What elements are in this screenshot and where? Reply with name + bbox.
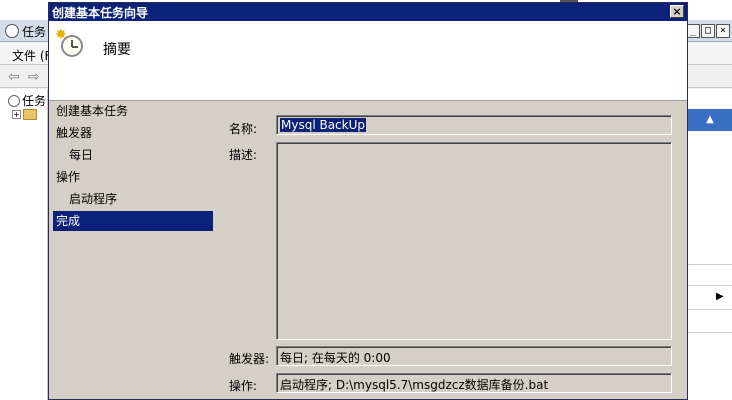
step-action[interactable]: 操作 xyxy=(53,167,213,187)
divider xyxy=(688,285,732,286)
tree-root[interactable]: 任务 xyxy=(8,92,46,109)
expand-icon[interactable]: + xyxy=(12,110,21,119)
main-window-controls: _ □ × xyxy=(686,24,730,38)
clock-icon xyxy=(61,35,83,57)
navigation-tree: 任务 + xyxy=(0,89,48,400)
description-field[interactable] xyxy=(276,142,672,340)
close-button[interactable]: × xyxy=(716,24,730,38)
divider xyxy=(688,309,732,310)
trigger-label: 触发器: xyxy=(229,352,270,366)
task-wizard-icon: ✸ xyxy=(55,27,85,59)
step-daily[interactable]: 每日 xyxy=(53,145,213,165)
folder-icon xyxy=(23,109,37,120)
clock-icon xyxy=(5,24,19,38)
action-field[interactable]: 启动程序; D:\mysql5.7\msgdzcz数据库备份.bat xyxy=(276,373,672,393)
minimize-button[interactable]: _ xyxy=(686,24,700,38)
dialog-close-button[interactable]: × xyxy=(670,5,684,18)
name-field[interactable]: Mysql BackUp xyxy=(276,115,672,135)
step-finish[interactable]: 完成 xyxy=(53,211,213,231)
maximize-button[interactable]: □ xyxy=(701,24,715,38)
divider xyxy=(688,332,732,333)
actions-pane-header[interactable]: ▲ xyxy=(688,109,732,131)
menu-file[interactable]: 文件 (F xyxy=(12,47,51,64)
actions-pane: ▲ ▶ xyxy=(688,89,732,400)
name-value: Mysql BackUp xyxy=(280,118,367,132)
create-basic-task-wizard: 创建基本任务向导 × ✸ 摘要 创建基本任务 触发器 每日 操作 启动程序 完成… xyxy=(48,2,688,400)
page-heading: 摘要 xyxy=(103,42,131,58)
submenu-arrow-icon[interactable]: ▶ xyxy=(716,291,724,302)
divider xyxy=(688,264,732,265)
main-window-title: 任务 xyxy=(22,25,47,39)
tree-child[interactable]: + xyxy=(12,109,37,120)
wizard-header: ✸ 摘要 xyxy=(49,21,687,101)
step-trigger[interactable]: 触发器 xyxy=(53,123,213,143)
back-arrow-icon[interactable]: ⇦ xyxy=(8,69,24,85)
step-start-program[interactable]: 启动程序 xyxy=(53,189,213,209)
forward-arrow-icon[interactable]: ⇨ xyxy=(28,69,44,85)
dialog-titlebar[interactable]: 创建基本任务向导 × xyxy=(49,3,687,21)
action-label: 操作: xyxy=(229,379,258,393)
tree-root-label: 任务 xyxy=(22,94,47,108)
collapse-up-icon[interactable]: ▲ xyxy=(706,114,714,125)
name-label: 名称: xyxy=(229,122,258,136)
step-create-basic-task[interactable]: 创建基本任务 xyxy=(53,101,213,121)
dialog-title: 创建基本任务向导 xyxy=(52,6,149,20)
wizard-steps: 创建基本任务 触发器 每日 操作 启动程序 完成 xyxy=(49,101,219,399)
trigger-field[interactable]: 每日; 在每天的 0:00 xyxy=(276,346,672,366)
description-label: 描述: xyxy=(229,148,258,162)
clock-icon xyxy=(8,94,20,107)
